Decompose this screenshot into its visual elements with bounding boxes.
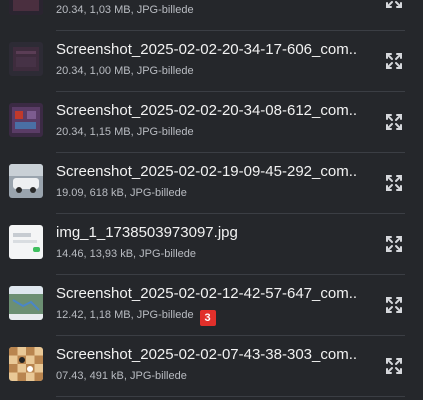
file-name: Screenshot_2025-02-02-12-42-57-647_com..… [56,285,356,302]
thumbnail [9,42,43,76]
file-meta: 12.42, 1,18 MB, JPG-billede 3 [56,309,216,326]
count-badge: 3 [199,310,216,326]
list-item[interactable]: Screenshot_2025-02-02-12-42-57-647_com..… [0,275,423,336]
expand-icon[interactable] [384,112,404,132]
file-name: img_1_1738503973097.jpg [56,224,238,241]
file-name: Screenshot_2025-02-02-20-34-08-612_com..… [56,102,356,119]
file-meta: 20.34, 1,03 MB, JPG-billede [56,4,194,16]
file-meta: 14.46, 13,93 kB, JPG-billede [56,248,197,260]
list-item[interactable]: 20.34, 1,03 MB, JPG-billede [0,0,423,31]
divider [56,396,405,397]
expand-icon[interactable] [384,356,404,376]
thumbnail [9,286,43,320]
expand-icon[interactable] [384,0,404,10]
list-item[interactable]: img_1_1738503973097.jpg 14.46, 13,93 kB,… [0,214,423,275]
thumbnail [9,347,43,381]
file-meta: 07.43, 491 kB, JPG-billede [56,370,187,382]
thumbnail [9,103,43,137]
thumbnail [9,164,43,198]
expand-icon[interactable] [384,173,404,193]
file-name: Screenshot_2025-02-02-19-09-45-292_com..… [56,163,356,180]
list-item[interactable]: Screenshot_2025-02-02-20-34-08-612_com..… [0,92,423,153]
expand-icon[interactable] [384,295,404,315]
file-name: Screenshot_2025-02-02-07-43-38-303_com..… [56,346,356,363]
expand-icon[interactable] [384,234,404,254]
thumbnail [9,0,43,15]
file-meta: 20.34, 1,00 MB, JPG-billede [56,65,194,77]
list-item[interactable]: Screenshot_2025-02-02-20-34-17-606_com..… [0,31,423,92]
file-meta: 20.34, 1,15 MB, JPG-billede [56,126,194,138]
expand-icon[interactable] [384,51,404,71]
file-meta: 19.09, 618 kB, JPG-billede [56,187,187,199]
file-name: Screenshot_2025-02-02-20-34-17-606_com..… [56,41,356,58]
file-meta-text: 12.42, 1,18 MB, JPG-billede [56,309,194,321]
list-item[interactable]: Screenshot_2025-02-02-19-09-45-292_com..… [0,153,423,214]
list-item[interactable]: Screenshot_2025-02-02-07-43-38-303_com..… [0,336,423,397]
thumbnail [9,225,43,259]
